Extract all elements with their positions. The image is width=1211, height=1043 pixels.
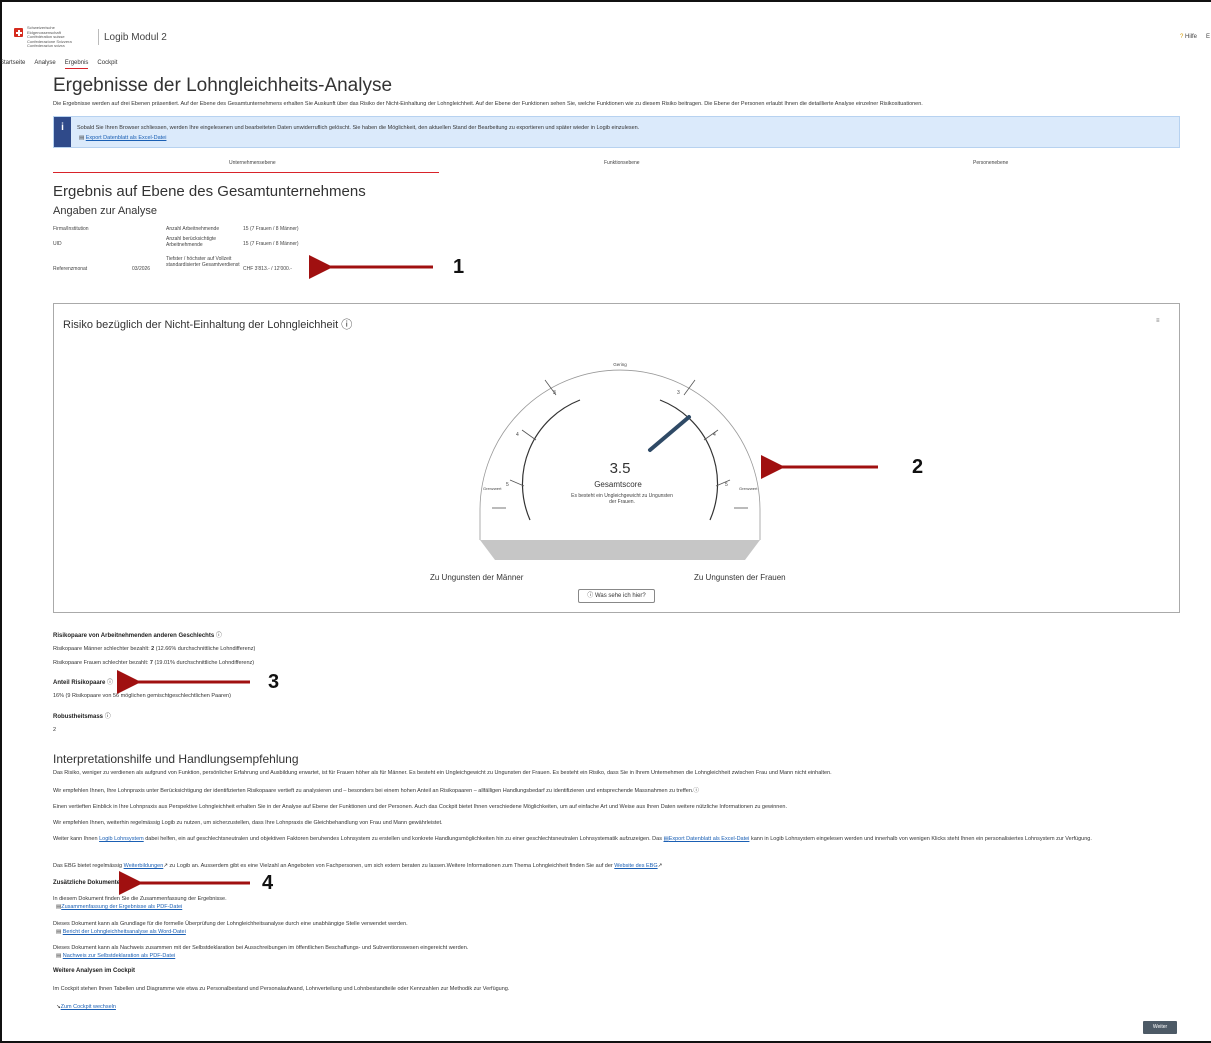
annotation-overlay [117,255,878,895]
annotation-label-4: 4 [262,872,274,894]
annotation-label-1: 1 [453,256,465,278]
annotation-label-3: 3 [268,671,280,693]
annotation-label-2: 2 [912,456,924,478]
